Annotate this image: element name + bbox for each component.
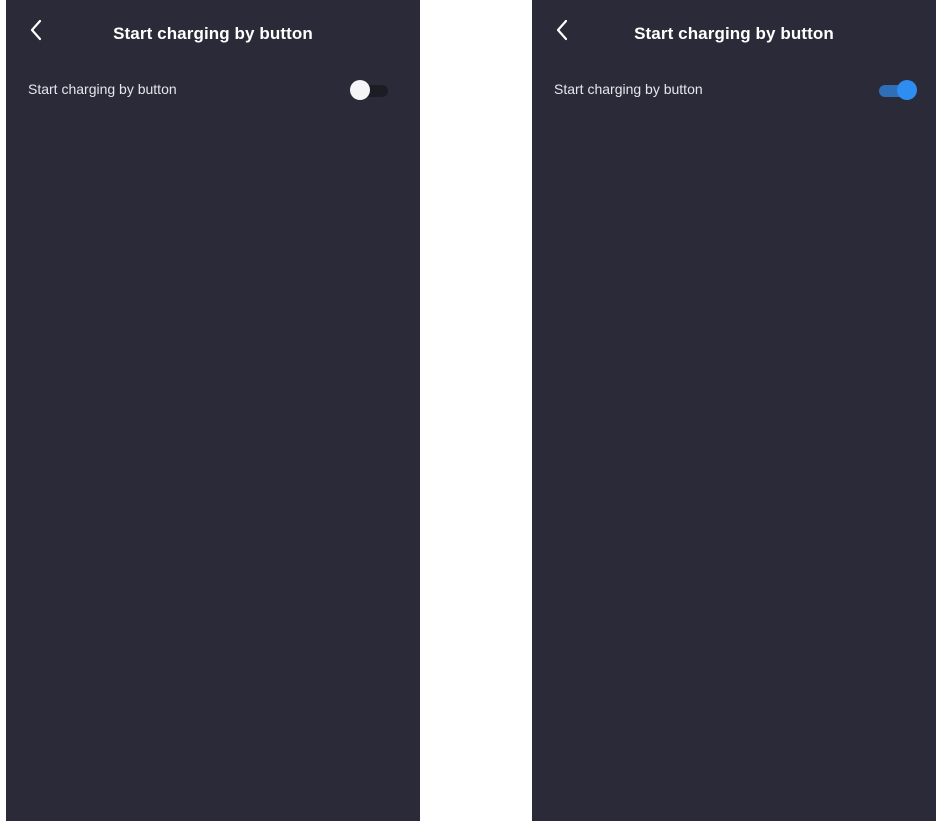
setting-label: Start charging by button	[554, 81, 703, 97]
settings-screen-off: Start charging by button Start charging …	[6, 0, 420, 821]
start-charging-toggle-on[interactable]	[877, 80, 917, 100]
setting-row-start-charging-by-button: Start charging by button	[6, 72, 420, 108]
page-title: Start charging by button	[634, 24, 834, 43]
toggle-knob	[897, 80, 917, 100]
settings-screen-on: Start charging by button Start charging …	[532, 0, 936, 821]
setting-label: Start charging by button	[28, 81, 177, 97]
header-bar: Start charging by button	[6, 0, 420, 62]
start-charging-toggle-off[interactable]	[350, 80, 390, 100]
setting-row-start-charging-by-button: Start charging by button	[532, 72, 936, 108]
header-bar: Start charging by button	[532, 0, 936, 62]
page-title: Start charging by button	[113, 24, 313, 43]
toggle-knob	[350, 80, 370, 100]
